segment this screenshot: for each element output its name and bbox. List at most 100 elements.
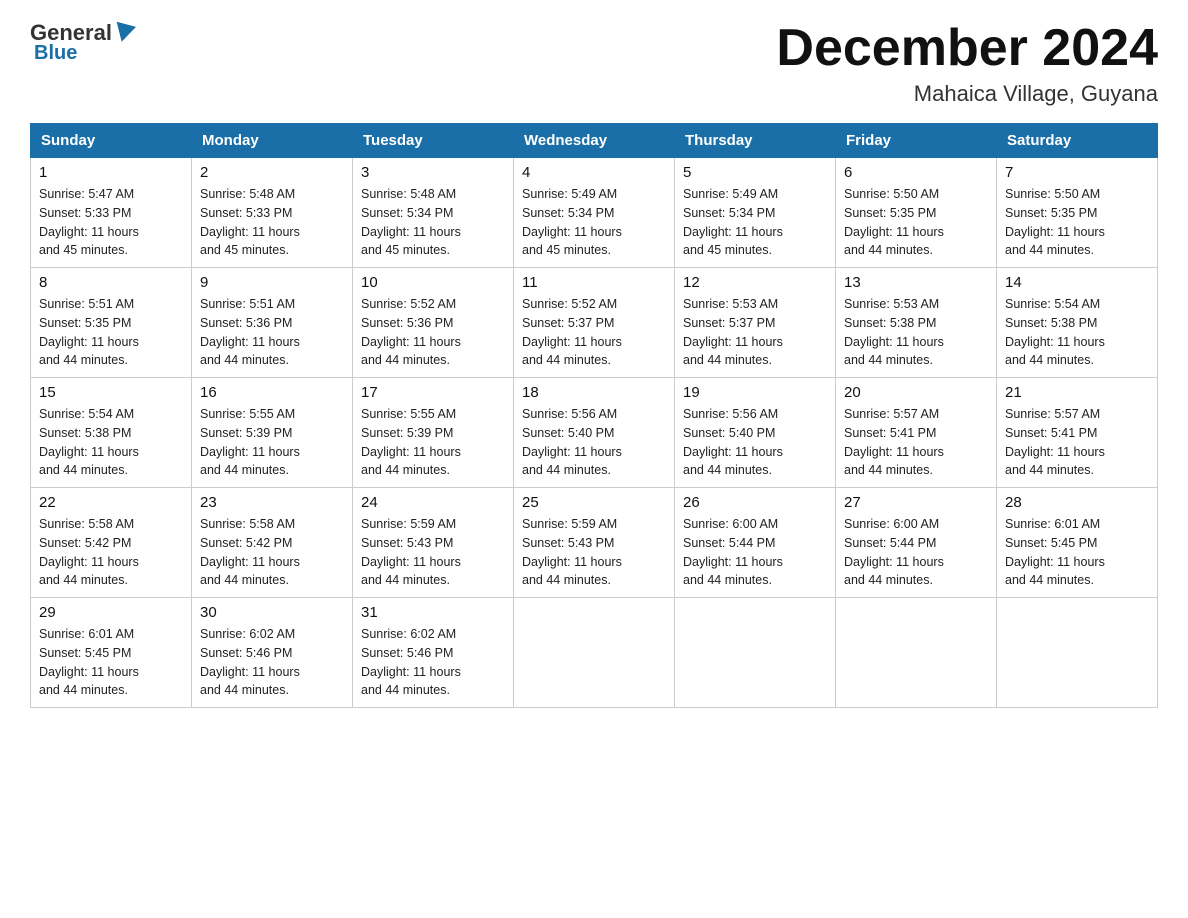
calendar-cell: 23 Sunrise: 5:58 AMSunset: 5:42 PMDaylig… bbox=[192, 488, 353, 598]
calendar-cell: 14 Sunrise: 5:54 AMSunset: 5:38 PMDaylig… bbox=[997, 268, 1158, 378]
day-number: 3 bbox=[361, 164, 505, 181]
day-number: 26 bbox=[683, 494, 827, 511]
calendar-week-5: 29 Sunrise: 6:01 AMSunset: 5:45 PMDaylig… bbox=[31, 598, 1158, 708]
day-number: 14 bbox=[1005, 274, 1149, 291]
day-number: 12 bbox=[683, 274, 827, 291]
day-number: 24 bbox=[361, 494, 505, 511]
header-saturday: Saturday bbox=[997, 124, 1158, 158]
day-info: Sunrise: 5:49 AMSunset: 5:34 PMDaylight:… bbox=[522, 187, 622, 257]
day-info: Sunrise: 5:55 AMSunset: 5:39 PMDaylight:… bbox=[361, 407, 461, 477]
calendar-cell: 3 Sunrise: 5:48 AMSunset: 5:34 PMDayligh… bbox=[353, 158, 514, 268]
logo-triangle-icon bbox=[112, 22, 136, 45]
day-number: 17 bbox=[361, 384, 505, 401]
calendar-cell: 7 Sunrise: 5:50 AMSunset: 5:35 PMDayligh… bbox=[997, 158, 1158, 268]
day-info: Sunrise: 5:47 AMSunset: 5:33 PMDaylight:… bbox=[39, 187, 139, 257]
day-number: 10 bbox=[361, 274, 505, 291]
day-info: Sunrise: 5:51 AMSunset: 5:35 PMDaylight:… bbox=[39, 297, 139, 367]
day-number: 25 bbox=[522, 494, 666, 511]
day-number: 23 bbox=[200, 494, 344, 511]
calendar-cell: 13 Sunrise: 5:53 AMSunset: 5:38 PMDaylig… bbox=[836, 268, 997, 378]
day-number: 30 bbox=[200, 604, 344, 621]
calendar-cell: 22 Sunrise: 5:58 AMSunset: 5:42 PMDaylig… bbox=[31, 488, 192, 598]
calendar-week-3: 15 Sunrise: 5:54 AMSunset: 5:38 PMDaylig… bbox=[31, 378, 1158, 488]
calendar-cell: 17 Sunrise: 5:55 AMSunset: 5:39 PMDaylig… bbox=[353, 378, 514, 488]
calendar-cell bbox=[514, 598, 675, 708]
day-number: 7 bbox=[1005, 164, 1149, 181]
calendar-cell: 5 Sunrise: 5:49 AMSunset: 5:34 PMDayligh… bbox=[675, 158, 836, 268]
logo: General Blue bbox=[30, 20, 136, 65]
page-header: General Blue December 2024 Mahaica Villa… bbox=[30, 20, 1158, 107]
day-info: Sunrise: 5:49 AMSunset: 5:34 PMDaylight:… bbox=[683, 187, 783, 257]
calendar-cell: 11 Sunrise: 5:52 AMSunset: 5:37 PMDaylig… bbox=[514, 268, 675, 378]
day-info: Sunrise: 5:52 AMSunset: 5:36 PMDaylight:… bbox=[361, 297, 461, 367]
calendar-cell: 21 Sunrise: 5:57 AMSunset: 5:41 PMDaylig… bbox=[997, 378, 1158, 488]
day-info: Sunrise: 5:50 AMSunset: 5:35 PMDaylight:… bbox=[844, 187, 944, 257]
header-monday: Monday bbox=[192, 124, 353, 158]
day-number: 27 bbox=[844, 494, 988, 511]
day-info: Sunrise: 6:02 AMSunset: 5:46 PMDaylight:… bbox=[361, 627, 461, 697]
calendar-cell: 29 Sunrise: 6:01 AMSunset: 5:45 PMDaylig… bbox=[31, 598, 192, 708]
day-number: 20 bbox=[844, 384, 988, 401]
calendar-cell: 6 Sunrise: 5:50 AMSunset: 5:35 PMDayligh… bbox=[836, 158, 997, 268]
calendar-week-1: 1 Sunrise: 5:47 AMSunset: 5:33 PMDayligh… bbox=[31, 158, 1158, 268]
day-info: Sunrise: 5:51 AMSunset: 5:36 PMDaylight:… bbox=[200, 297, 300, 367]
day-info: Sunrise: 5:48 AMSunset: 5:34 PMDaylight:… bbox=[361, 187, 461, 257]
day-number: 15 bbox=[39, 384, 183, 401]
calendar-cell bbox=[997, 598, 1158, 708]
day-number: 13 bbox=[844, 274, 988, 291]
day-number: 8 bbox=[39, 274, 183, 291]
day-number: 22 bbox=[39, 494, 183, 511]
header-row: Sunday Monday Tuesday Wednesday Thursday… bbox=[31, 124, 1158, 158]
month-title: December 2024 bbox=[776, 20, 1158, 77]
calendar-cell: 31 Sunrise: 6:02 AMSunset: 5:46 PMDaylig… bbox=[353, 598, 514, 708]
calendar-cell: 19 Sunrise: 5:56 AMSunset: 5:40 PMDaylig… bbox=[675, 378, 836, 488]
calendar-cell bbox=[836, 598, 997, 708]
day-info: Sunrise: 6:00 AMSunset: 5:44 PMDaylight:… bbox=[844, 517, 944, 587]
calendar-cell: 15 Sunrise: 5:54 AMSunset: 5:38 PMDaylig… bbox=[31, 378, 192, 488]
header-friday: Friday bbox=[836, 124, 997, 158]
day-number: 6 bbox=[844, 164, 988, 181]
day-info: Sunrise: 6:00 AMSunset: 5:44 PMDaylight:… bbox=[683, 517, 783, 587]
day-info: Sunrise: 6:01 AMSunset: 5:45 PMDaylight:… bbox=[39, 627, 139, 697]
calendar-cell: 10 Sunrise: 5:52 AMSunset: 5:36 PMDaylig… bbox=[353, 268, 514, 378]
calendar-week-4: 22 Sunrise: 5:58 AMSunset: 5:42 PMDaylig… bbox=[31, 488, 1158, 598]
header-tuesday: Tuesday bbox=[353, 124, 514, 158]
day-number: 19 bbox=[683, 384, 827, 401]
day-number: 21 bbox=[1005, 384, 1149, 401]
calendar-cell bbox=[675, 598, 836, 708]
day-info: Sunrise: 5:56 AMSunset: 5:40 PMDaylight:… bbox=[522, 407, 622, 477]
day-number: 16 bbox=[200, 384, 344, 401]
calendar-cell: 4 Sunrise: 5:49 AMSunset: 5:34 PMDayligh… bbox=[514, 158, 675, 268]
day-info: Sunrise: 5:53 AMSunset: 5:37 PMDaylight:… bbox=[683, 297, 783, 367]
calendar-cell: 24 Sunrise: 5:59 AMSunset: 5:43 PMDaylig… bbox=[353, 488, 514, 598]
day-info: Sunrise: 5:54 AMSunset: 5:38 PMDaylight:… bbox=[1005, 297, 1105, 367]
day-number: 29 bbox=[39, 604, 183, 621]
day-number: 11 bbox=[522, 274, 666, 291]
location-text: Mahaica Village, Guyana bbox=[776, 81, 1158, 107]
calendar-cell: 28 Sunrise: 6:01 AMSunset: 5:45 PMDaylig… bbox=[997, 488, 1158, 598]
day-info: Sunrise: 5:58 AMSunset: 5:42 PMDaylight:… bbox=[39, 517, 139, 587]
day-info: Sunrise: 6:01 AMSunset: 5:45 PMDaylight:… bbox=[1005, 517, 1105, 587]
day-info: Sunrise: 5:50 AMSunset: 5:35 PMDaylight:… bbox=[1005, 187, 1105, 257]
day-info: Sunrise: 6:02 AMSunset: 5:46 PMDaylight:… bbox=[200, 627, 300, 697]
header-wednesday: Wednesday bbox=[514, 124, 675, 158]
day-number: 5 bbox=[683, 164, 827, 181]
day-number: 18 bbox=[522, 384, 666, 401]
header-sunday: Sunday bbox=[31, 124, 192, 158]
day-info: Sunrise: 5:57 AMSunset: 5:41 PMDaylight:… bbox=[1005, 407, 1105, 477]
day-info: Sunrise: 5:55 AMSunset: 5:39 PMDaylight:… bbox=[200, 407, 300, 477]
calendar-cell: 18 Sunrise: 5:56 AMSunset: 5:40 PMDaylig… bbox=[514, 378, 675, 488]
day-number: 4 bbox=[522, 164, 666, 181]
day-info: Sunrise: 5:58 AMSunset: 5:42 PMDaylight:… bbox=[200, 517, 300, 587]
day-info: Sunrise: 5:48 AMSunset: 5:33 PMDaylight:… bbox=[200, 187, 300, 257]
day-info: Sunrise: 5:53 AMSunset: 5:38 PMDaylight:… bbox=[844, 297, 944, 367]
day-info: Sunrise: 5:59 AMSunset: 5:43 PMDaylight:… bbox=[522, 517, 622, 587]
calendar-cell: 16 Sunrise: 5:55 AMSunset: 5:39 PMDaylig… bbox=[192, 378, 353, 488]
day-info: Sunrise: 5:57 AMSunset: 5:41 PMDaylight:… bbox=[844, 407, 944, 477]
day-number: 28 bbox=[1005, 494, 1149, 511]
calendar-cell: 1 Sunrise: 5:47 AMSunset: 5:33 PMDayligh… bbox=[31, 158, 192, 268]
calendar-table: Sunday Monday Tuesday Wednesday Thursday… bbox=[30, 123, 1158, 708]
day-info: Sunrise: 5:56 AMSunset: 5:40 PMDaylight:… bbox=[683, 407, 783, 477]
calendar-cell: 2 Sunrise: 5:48 AMSunset: 5:33 PMDayligh… bbox=[192, 158, 353, 268]
calendar-header: Sunday Monday Tuesday Wednesday Thursday… bbox=[31, 124, 1158, 158]
